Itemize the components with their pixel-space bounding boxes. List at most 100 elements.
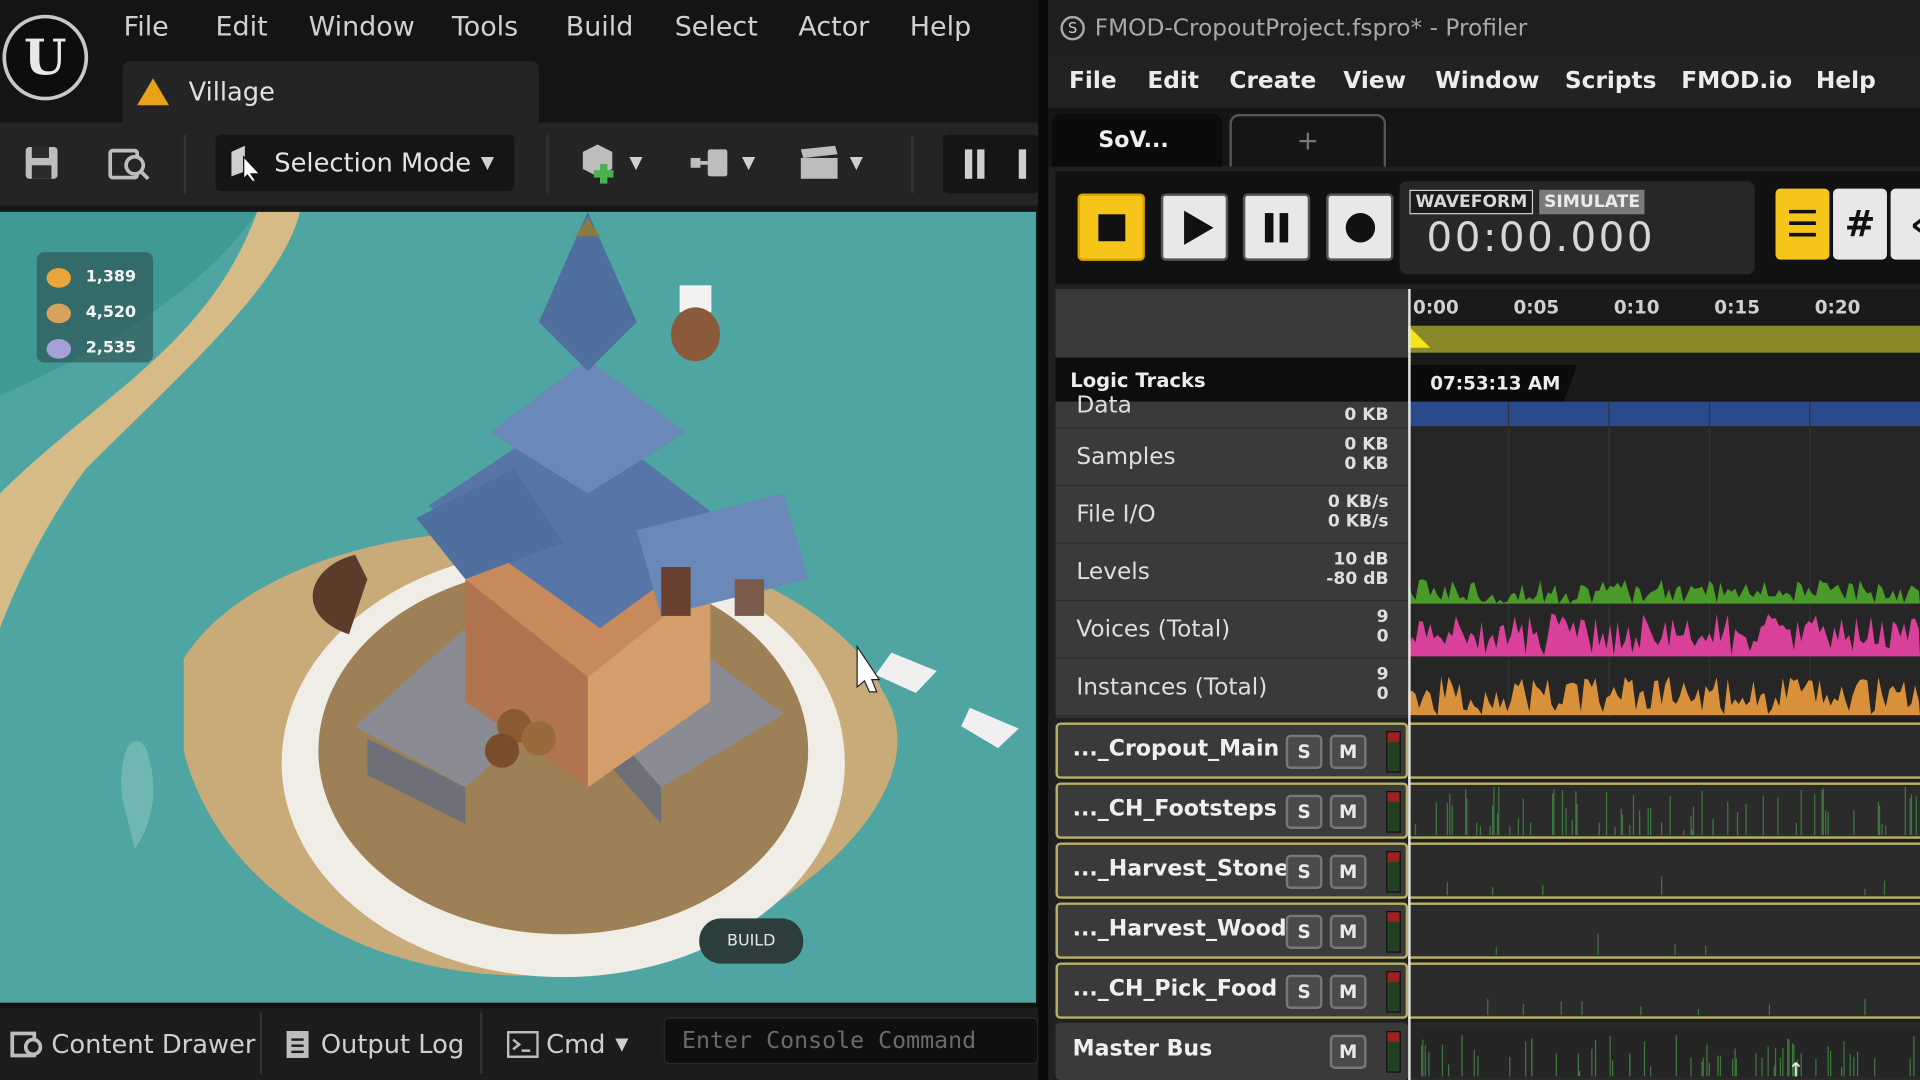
mute-button[interactable]: M [1329, 734, 1367, 769]
ue-menu-select[interactable]: Select [675, 12, 758, 43]
content-drawer-button[interactable]: Content Drawer [10, 1022, 255, 1066]
fm-menu-edit[interactable]: Edit [1147, 67, 1199, 94]
metric-row-instances[interactable]: Instances (Total) 90 [1055, 659, 1409, 717]
chevron-down-icon: ▼ [615, 1034, 629, 1055]
pause-icon[interactable] [977, 149, 985, 179]
instances-graph [1408, 676, 1920, 716]
stop-button[interactable] [1077, 193, 1145, 261]
ue-menu-file[interactable]: File [124, 12, 169, 43]
cursor-cube-icon [231, 145, 261, 182]
mute-button[interactable]: M [1329, 794, 1367, 829]
track-name: ..._CH_Footsteps [1072, 795, 1277, 822]
logic-tracks-lane: 07:53:13 AM [1408, 357, 1920, 402]
track-ch-footsteps[interactable]: ..._CH_Footsteps S M [1055, 782, 1409, 839]
fmod-titlebar: S FMOD-CropoutProject.fspro* - Profiler [1048, 0, 1920, 57]
window-divider [1038, 0, 1049, 1080]
play-button[interactable] [1160, 193, 1229, 261]
grid-view-icon[interactable]: # [1833, 188, 1887, 260]
session-tab[interactable]: SoV... [1051, 113, 1223, 167]
solo-button[interactable]: S [1285, 914, 1323, 949]
fm-menu-scripts[interactable]: Scripts [1565, 67, 1657, 94]
mute-button[interactable]: M [1329, 1034, 1367, 1069]
track-master-bus[interactable]: Master Bus M [1055, 1022, 1409, 1080]
ue-menu-actor[interactable]: Actor [798, 12, 869, 43]
fm-menu-window[interactable]: Window [1435, 67, 1539, 94]
fmod-logo-icon: S [1060, 15, 1085, 41]
track-ch-pick-food[interactable]: ..._CH_Pick_Food S M [1055, 962, 1409, 1019]
play-controls [942, 134, 1039, 194]
ue-menu-edit[interactable]: Edit [216, 12, 268, 43]
content-drawer-icon [10, 1031, 43, 1058]
ruler-tick: 0:10 [1613, 296, 1660, 319]
output-log-button[interactable]: Output Log [284, 1022, 464, 1066]
list-view-icon[interactable]: ☰ [1775, 188, 1830, 260]
collapse-icon[interactable]: ‹ [1890, 188, 1920, 260]
metric-name: Levels [1076, 558, 1150, 586]
level-meter [1386, 1031, 1401, 1073]
playhead-marker-icon[interactable] [1408, 325, 1431, 348]
play-icon [1183, 210, 1213, 245]
ue-menu-build[interactable]: Build [566, 12, 634, 43]
metric-row-voices[interactable]: Voices (Total) 90 [1055, 601, 1409, 659]
add-actor-icon[interactable]: ▼ [578, 140, 643, 187]
track-harvest-stone[interactable]: ..._Harvest_Stone S M [1055, 842, 1409, 899]
solo-button[interactable]: S [1285, 974, 1323, 1009]
bottom-divider [480, 1012, 483, 1074]
blueprint-icon[interactable]: ▼ [688, 140, 755, 187]
ue-menu-window[interactable]: Window [309, 12, 415, 43]
lane-waveforms [1408, 786, 1917, 1077]
solo-button[interactable]: S [1285, 794, 1323, 829]
level-meter [1386, 911, 1401, 953]
pause-icon [1279, 212, 1289, 242]
resource-wood-value: 4,520 [85, 303, 137, 323]
record-button[interactable] [1326, 193, 1394, 261]
add-session-tab[interactable]: + [1229, 113, 1387, 167]
track-name: Master Bus [1072, 1035, 1213, 1062]
session-tabs: SoV... + [1048, 107, 1920, 167]
build-button[interactable]: BUILD [699, 918, 804, 964]
ue-menu-tools[interactable]: Tools [452, 12, 518, 43]
toolbar-divider [911, 134, 914, 194]
pause-icon[interactable] [964, 149, 973, 179]
selection-mode-dropdown[interactable]: Selection Mode ▼ [215, 134, 515, 192]
track-cropout-main[interactable]: ..._Cropout_Main S M [1055, 722, 1409, 779]
cinematics-icon[interactable]: ▼ [798, 140, 863, 187]
solo-button[interactable]: S [1285, 854, 1323, 889]
stop-icon[interactable] [1018, 149, 1027, 179]
mute-button[interactable]: M [1329, 914, 1367, 949]
output-log-label: Output Log [320, 1029, 465, 1060]
pause-button[interactable] [1242, 193, 1311, 261]
simulate-toggle[interactable]: SIMULATE [1539, 189, 1645, 215]
metric-row-data[interactable]: Data 0 KB [1055, 372, 1409, 429]
timeline-ruler[interactable]: 0:00 0:05 0:10 0:15 0:20 [1408, 288, 1920, 358]
level-meter [1386, 851, 1401, 893]
console-command-input[interactable] [663, 1017, 1039, 1065]
save-icon[interactable] [22, 140, 61, 187]
track-harvest-wood[interactable]: ..._Harvest_Wood S M [1055, 902, 1409, 959]
fm-menu-file[interactable]: File [1069, 67, 1117, 94]
metric-row-levels[interactable]: Levels 10 dB -80 dB [1055, 544, 1409, 602]
fm-menu-help[interactable]: Help [1816, 67, 1876, 94]
metrics-graph[interactable] [1408, 401, 1920, 718]
browse-icon[interactable] [108, 140, 152, 187]
solo-button[interactable]: S [1285, 734, 1323, 769]
fm-menu-create[interactable]: Create [1229, 67, 1316, 94]
mute-button[interactable]: M [1329, 974, 1367, 1009]
ue-menu-help[interactable]: Help [910, 12, 971, 43]
cmd-dropdown[interactable]: Cmd ▼ [506, 1022, 629, 1066]
track-lanes[interactable]: ↑ [1408, 720, 1920, 1080]
waveform-toggle[interactable]: WAVEFORM [1409, 189, 1534, 215]
fmod-window-title: FMOD-CropoutProject.fspro* - Profiler [1094, 14, 1528, 42]
track-name: ..._Cropout_Main [1072, 735, 1280, 762]
data-bar [1408, 401, 1920, 427]
metric-row-file-io[interactable]: File I/O 0 KB/s 0 KB/s [1055, 486, 1409, 544]
fm-menu-view[interactable]: View [1343, 67, 1406, 94]
ruler-spacer [1055, 288, 1409, 358]
unreal-logo-icon[interactable]: U [2, 14, 89, 101]
metric-row-samples[interactable]: Samples 0 KB 0 KB [1055, 429, 1409, 487]
ue-bottom-bar: Content Drawer Output Log Cmd ▼ [0, 1002, 1039, 1080]
fm-menu-fmodio[interactable]: FMOD.io [1681, 67, 1792, 94]
level-tab[interactable]: Village [122, 61, 539, 123]
level-viewport[interactable]: 1,389 4,520 2,535 BUILD [0, 211, 1036, 1003]
mute-button[interactable]: M [1329, 854, 1367, 889]
